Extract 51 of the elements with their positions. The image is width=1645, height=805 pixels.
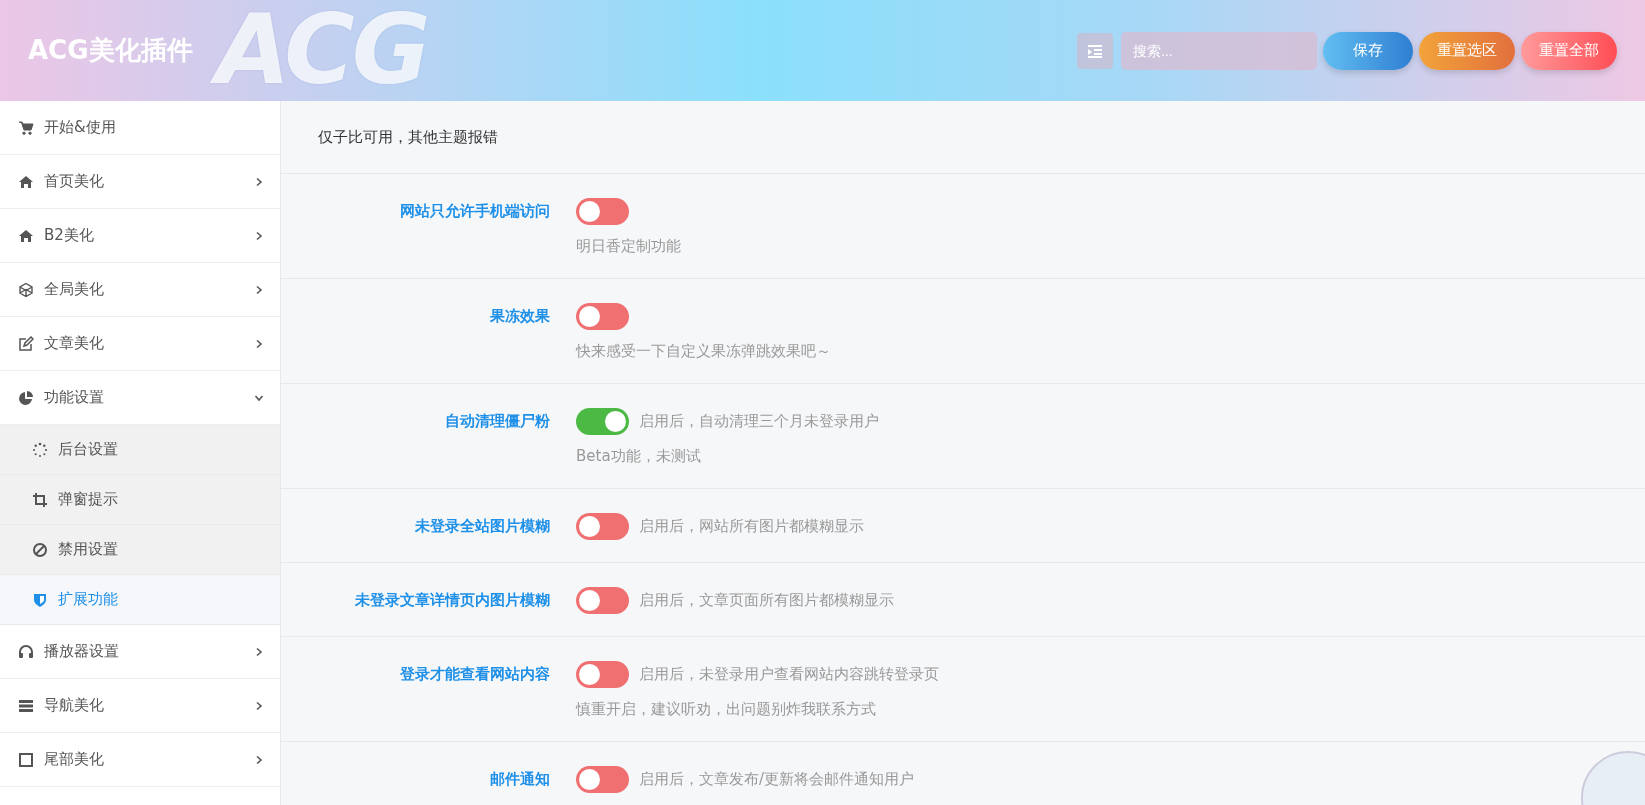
setting-hint: 启用后，网站所有图片都模糊显示	[639, 517, 864, 536]
ban-icon	[32, 541, 48, 558]
outdent-button[interactable]	[1077, 32, 1113, 69]
edit-icon	[18, 335, 34, 352]
frame-icon	[18, 751, 34, 768]
sidebar-item[interactable]: 文章美化	[0, 317, 280, 371]
server-bars-icon	[18, 697, 34, 714]
home-icon	[18, 227, 34, 244]
home-icon	[18, 173, 34, 190]
sidebar-item[interactable]: 导航美化	[0, 679, 280, 733]
toggle-switch[interactable]	[576, 198, 629, 225]
toggle-switch[interactable]	[576, 766, 629, 793]
setting-label: 果冻效果	[489, 306, 551, 327]
setting-label: 登录才能查看网站内容	[399, 664, 551, 685]
sidebar-item[interactable]: 全局美化	[0, 263, 280, 317]
toggle-switch[interactable]	[576, 587, 629, 614]
sidebar-item[interactable]: 首页美化	[0, 155, 280, 209]
setting-hint: 启用后，文章发布/更新将会邮件通知用户	[639, 770, 915, 789]
sidebar-item[interactable]: 播放器设置	[0, 625, 280, 679]
headphones-icon	[18, 643, 34, 660]
setting-label: 未登录文章详情页内图片模糊	[354, 590, 551, 611]
setting-label: 邮件通知	[489, 769, 551, 790]
toggle-switch[interactable]	[576, 661, 629, 688]
cart-icon	[18, 119, 34, 136]
crop-icon	[32, 491, 48, 508]
toggle-switch[interactable]	[576, 303, 629, 330]
setting-description: 快来感受一下自定义果冻弹跳效果吧～	[576, 342, 831, 361]
pie-chart-icon	[18, 389, 34, 406]
setting-hint: 启用后，文章页面所有图片都模糊显示	[639, 591, 894, 610]
setting-description: 慎重开启，建议听劝，出问题别炸我联系方式	[576, 700, 877, 719]
search-field[interactable]: 搜索...	[1121, 31, 1317, 70]
sidebar-subitem[interactable]: 弹窗提示	[0, 475, 280, 525]
spinner-icon	[32, 441, 48, 458]
setting-hint: 启用后，未登录用户查看网站内容跳转登录页	[639, 665, 939, 684]
setting-hint: 启用后，自动清理三个月未登录用户	[639, 412, 879, 431]
setting-label: 网站只允许手机端访问	[399, 201, 551, 222]
toggle-switch[interactable]	[576, 513, 629, 540]
setting-description: 明日香定制功能	[576, 237, 681, 256]
cube-icon	[18, 281, 34, 298]
toggle-switch[interactable]	[576, 408, 629, 435]
setting-label: 自动清理僵尸粉	[444, 411, 551, 432]
shield-icon	[32, 591, 48, 608]
outdent-icon	[1087, 42, 1103, 59]
sidebar-subitem[interactable]: 后台设置	[0, 425, 280, 475]
sidebar-item[interactable]: B2美化	[0, 209, 280, 263]
sidebar-item[interactable]: 开始&使用	[0, 101, 280, 155]
setting-description: Beta功能，未测试	[576, 447, 702, 466]
notice-text: 仅子比可用，其他主题报错	[281, 101, 1645, 174]
sidebar-subitem[interactable]: 禁用设置	[0, 525, 280, 575]
sidebar-item[interactable]: 尾部美化	[0, 733, 280, 787]
setting-label: 未登录全站图片模糊	[414, 516, 551, 537]
